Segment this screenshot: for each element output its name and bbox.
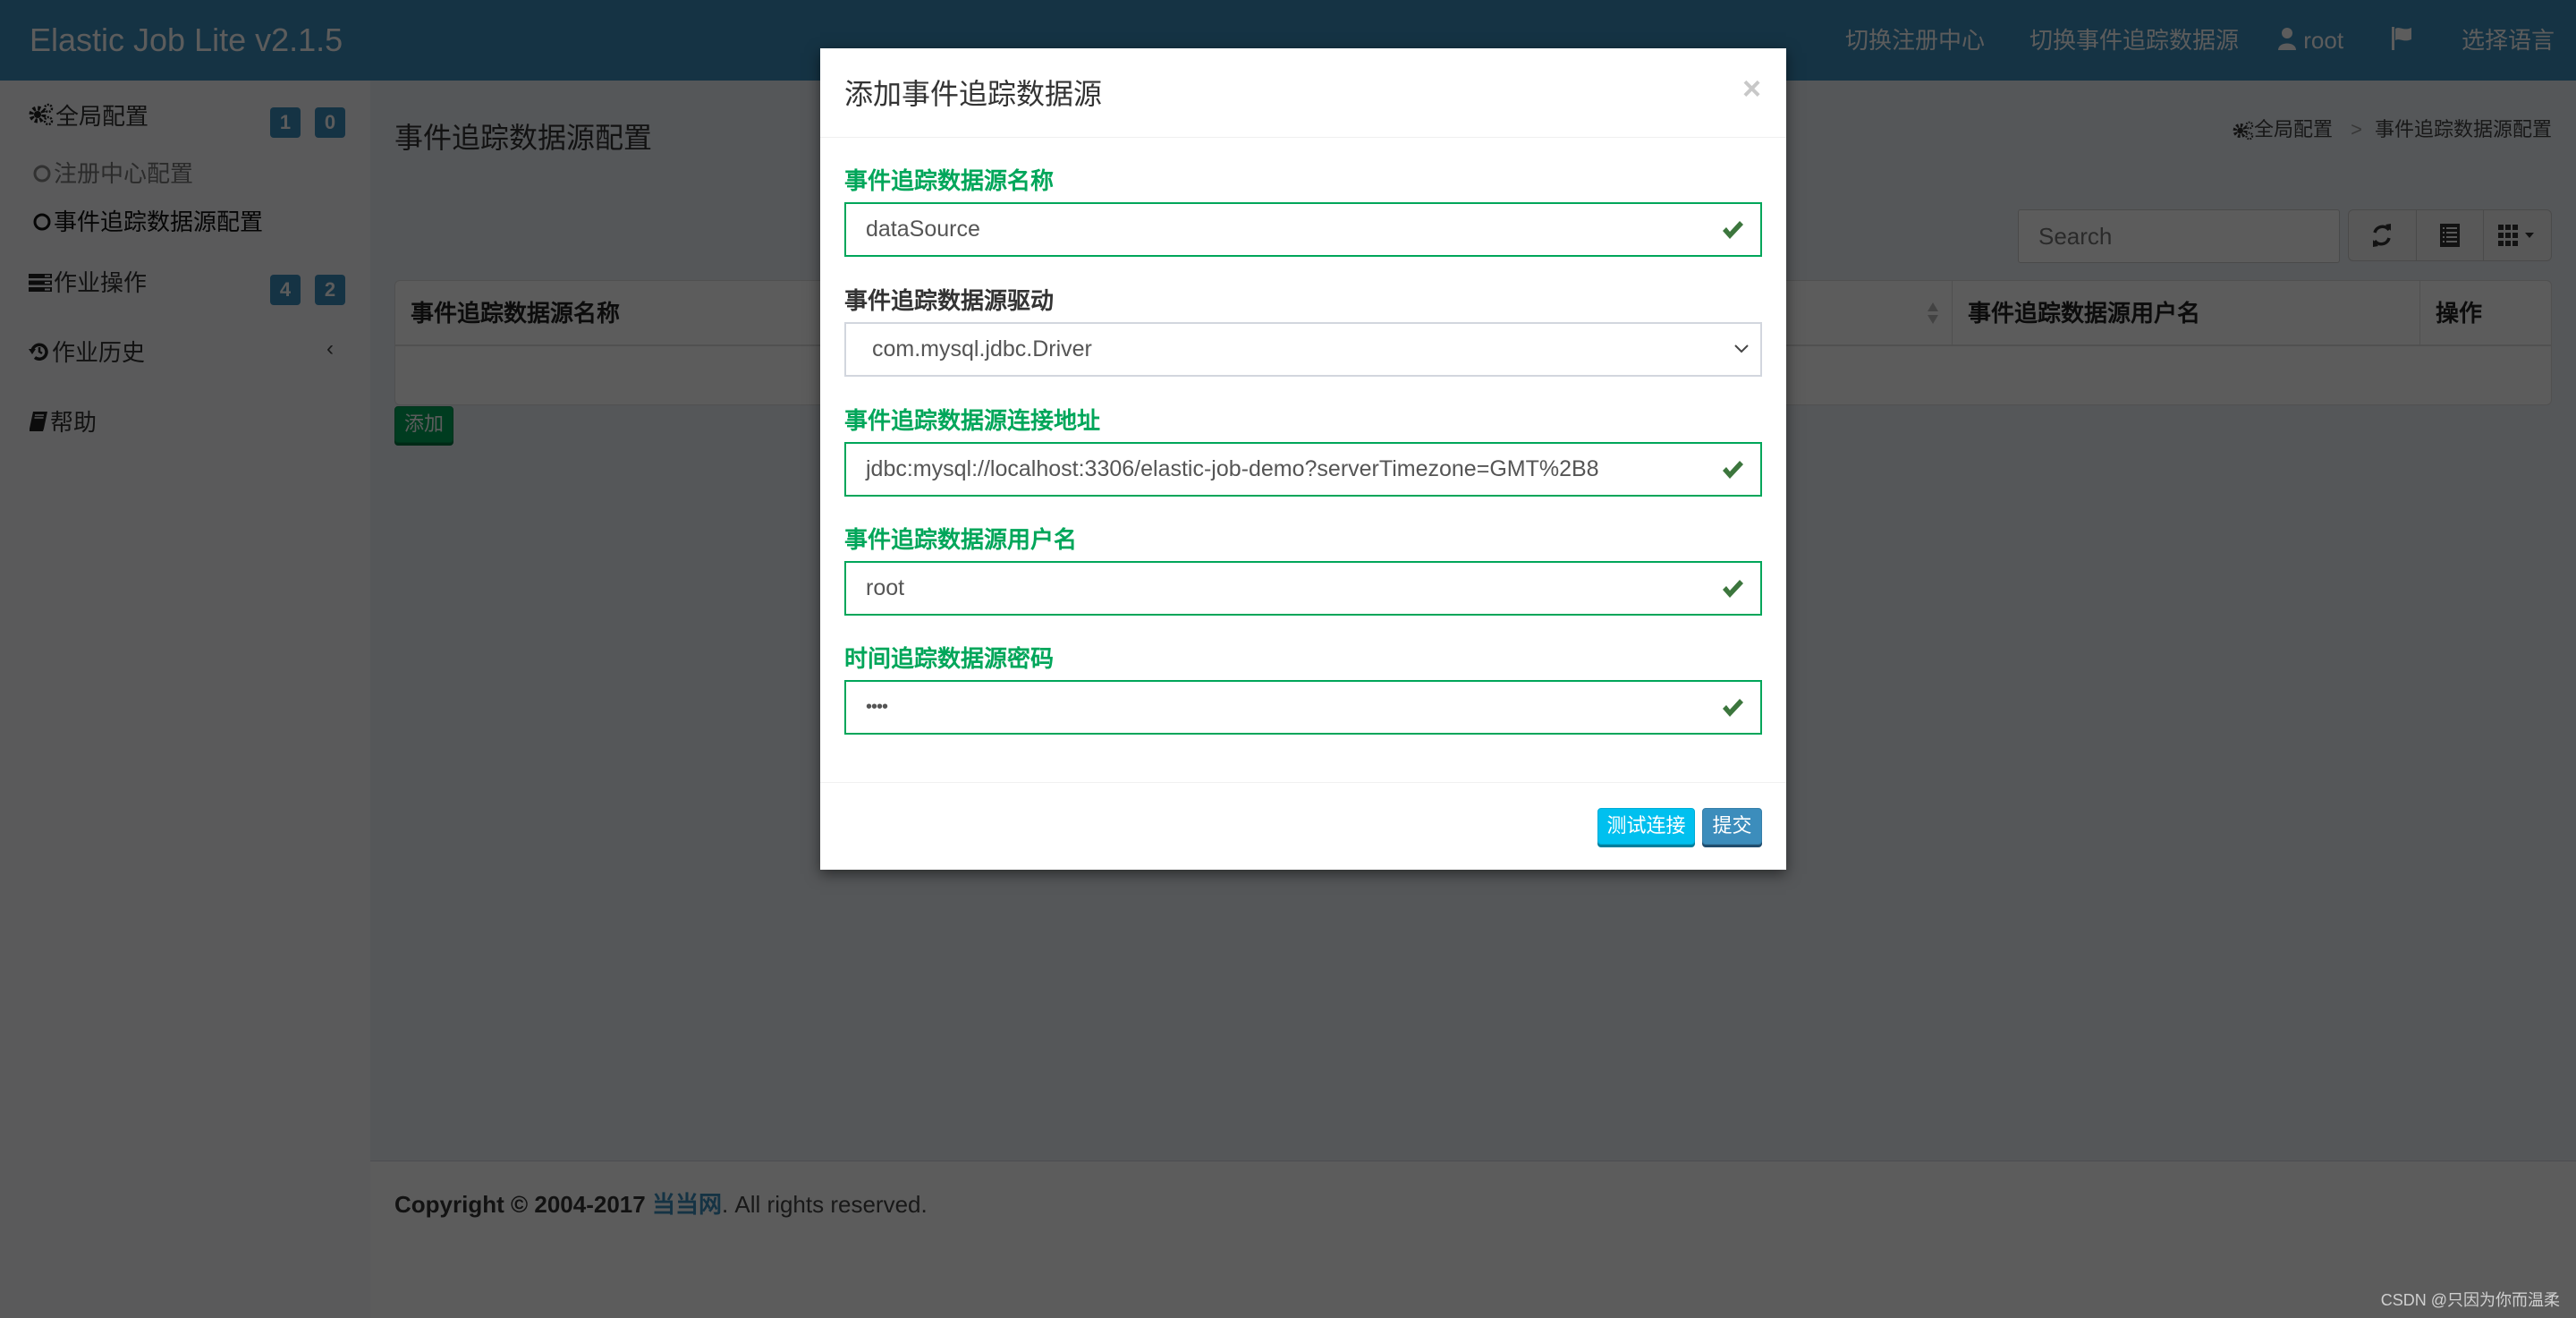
datasource-driver-select[interactable]: com.mysql.jdbc.Driver [844, 322, 1762, 377]
datasource-name-value: dataSource [866, 217, 980, 242]
datasource-url-label: 事件追踪数据源连接地址 [844, 407, 1101, 434]
watermark: CSDN @只因为你而温柔 [2380, 1291, 2560, 1309]
test-connection-button[interactable]: 测试连接 [1597, 808, 1695, 845]
modal-footer: 测试连接 提交 [820, 782, 1786, 870]
datasource-driver-value: com.mysql.jdbc.Driver [872, 336, 1092, 361]
add-datasource-modal: 添加事件追踪数据源 × 事件追踪数据源名称 dataSource 事件追踪数据源… [820, 48, 1786, 870]
chevron-down-icon [1734, 344, 1749, 353]
datasource-name-label: 事件追踪数据源名称 [844, 167, 1055, 194]
check-icon [1723, 580, 1743, 598]
close-icon[interactable]: × [1742, 70, 1761, 107]
check-icon [1723, 461, 1743, 479]
datasource-url-value: jdbc:mysql://localhost:3306/elastic-job-… [866, 456, 1599, 481]
check-icon [1723, 699, 1743, 717]
datasource-driver-label: 事件追踪数据源驱动 [844, 287, 1055, 314]
modal-title: 添加事件追踪数据源 [844, 78, 1103, 110]
check-icon [1723, 221, 1743, 239]
datasource-password-label: 时间追踪数据源密码 [844, 645, 1055, 672]
datasource-name-input[interactable]: dataSource [844, 202, 1762, 257]
datasource-username-value: root [866, 575, 905, 600]
datasource-username-input[interactable]: root [844, 561, 1762, 616]
modal-header: 添加事件追踪数据源 × [820, 48, 1786, 138]
datasource-username-label: 事件追踪数据源用户名 [844, 526, 1078, 553]
datasource-password-value: •••• [866, 697, 888, 717]
datasource-password-input[interactable]: •••• [844, 680, 1762, 735]
datasource-url-input[interactable]: jdbc:mysql://localhost:3306/elastic-job-… [844, 442, 1762, 497]
submit-button[interactable]: 提交 [1702, 808, 1762, 845]
